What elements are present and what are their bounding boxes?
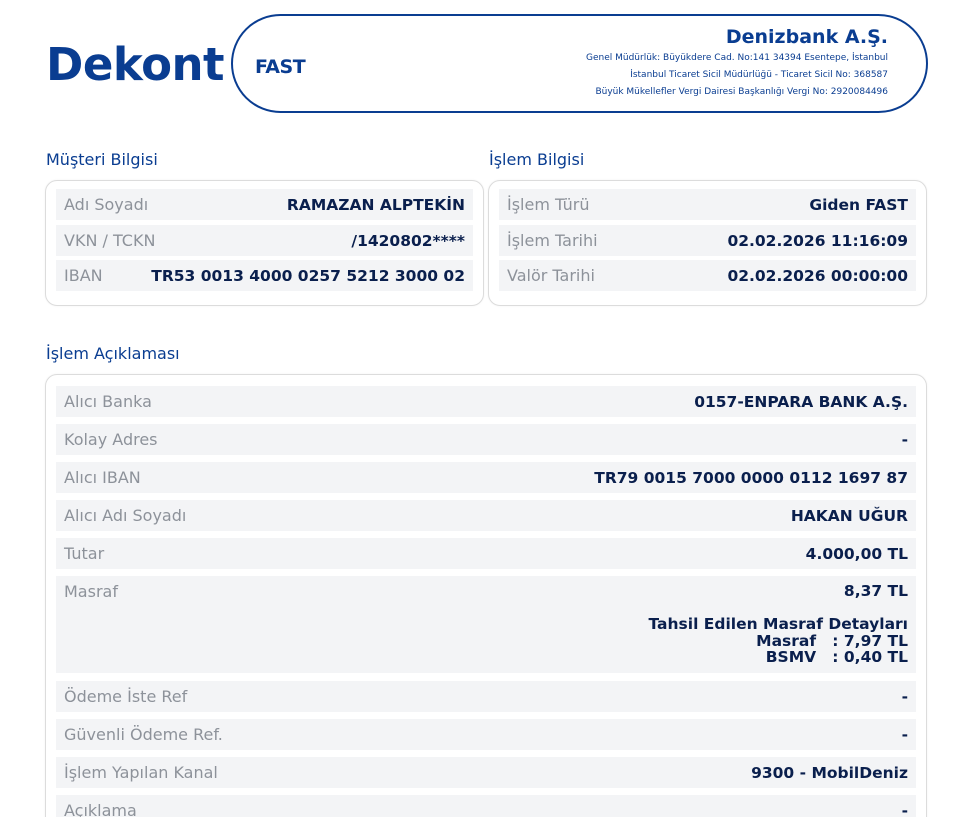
row-label: Alıcı IBAN	[64, 468, 141, 487]
row-label: Ödeme İste Ref	[64, 687, 188, 706]
desc-row-receiver-iban: Alıcı IBAN TR79 0015 7000 0000 0112 1697…	[56, 462, 916, 493]
row-label: Tutar	[64, 544, 105, 563]
bank-tax-line: Büyük Mükellefler Vergi Dairesi Başkanlı…	[595, 87, 888, 97]
row-value: 4.000,00 TL	[805, 544, 908, 563]
row-value: TR53 0013 4000 0257 5212 3000 02	[151, 266, 465, 285]
transaction-card: İşlem Türü Giden FAST İşlem Tarihi 02.02…	[488, 180, 927, 306]
row-value: 9300 - MobilDeniz	[751, 763, 908, 782]
row-label: Masraf	[64, 582, 118, 601]
transaction-section-title: İşlem Bilgisi	[489, 150, 585, 169]
desc-row-explanation: Açıklama -	[56, 795, 916, 817]
desc-row-fee: Masraf 8,37 TL Tahsil Edilen Masraf Deta…	[56, 576, 916, 673]
desc-row-channel: İşlem Yapılan Kanal 9300 - MobilDeniz	[56, 757, 916, 788]
desc-row-receiver-name: Alıcı Adı Soyadı HAKAN UĞUR	[56, 500, 916, 531]
row-label: Adı Soyadı	[64, 195, 149, 214]
description-card: Alıcı Banka 0157-ENPARA BANK A.Ş. Kolay …	[45, 374, 927, 817]
row-value: TR79 0015 7000 0000 0112 1697 87	[594, 468, 908, 487]
desc-row-easy-address: Kolay Adres -	[56, 424, 916, 455]
row-value: -	[901, 430, 908, 449]
row-value: 8,37 TL	[843, 582, 908, 600]
row-label: Alıcı Banka	[64, 392, 152, 411]
desc-row-secure-ref: Güvenli Ödeme Ref. -	[56, 719, 916, 750]
fee-detail-line: Masraf : 7,97 TL	[756, 631, 908, 650]
row-value: -	[901, 801, 908, 817]
row-label: İşlem Yapılan Kanal	[64, 763, 218, 782]
row-value: Giden FAST	[809, 195, 908, 214]
transaction-row-value-date: Valör Tarihi 02.02.2026 00:00:00	[499, 260, 916, 291]
customer-row-id: VKN / TCKN /1420802****	[56, 225, 473, 256]
row-label: Valör Tarihi	[507, 266, 595, 285]
row-label: İşlem Tarihi	[507, 231, 598, 250]
row-label: IBAN	[64, 266, 103, 285]
row-label: VKN / TCKN	[64, 231, 156, 250]
row-value: 0157-ENPARA BANK A.Ş.	[694, 392, 908, 411]
row-value: HAKAN UĞUR	[790, 506, 908, 525]
row-value: 02.02.2026 00:00:00	[727, 266, 908, 285]
customer-row-iban: IBAN TR53 0013 4000 0257 5212 3000 02	[56, 260, 473, 291]
bank-address-line: Genel Müdürlük: Büyükdere Cad. No:141 34…	[586, 53, 888, 63]
fee-detail: Tahsil Edilen Masraf Detayları Masraf : …	[648, 616, 908, 666]
document-title: Dekont	[46, 38, 225, 91]
desc-row-receiver-bank: Alıcı Banka 0157-ENPARA BANK A.Ş.	[56, 386, 916, 417]
row-label: Güvenli Ödeme Ref.	[64, 725, 223, 744]
bank-name: Denizbank A.Ş.	[725, 26, 888, 48]
bank-info: Denizbank A.Ş. Genel Müdürlük: Büyükdere…	[586, 24, 888, 101]
row-value: -	[901, 687, 908, 706]
desc-row-amount: Tutar 4.000,00 TL	[56, 538, 916, 569]
row-value: RAMAZAN ALPTEKİN	[286, 195, 465, 214]
fee-detail-line: BSMV : 0,40 TL	[765, 648, 908, 666]
row-label: Açıklama	[64, 801, 137, 817]
transaction-row-type: İşlem Türü Giden FAST	[499, 189, 916, 220]
transaction-row-date: İşlem Tarihi 02.02.2026 11:16:09	[499, 225, 916, 256]
row-value: 02.02.2026 11:16:09	[727, 231, 908, 250]
row-label: Alıcı Adı Soyadı	[64, 506, 187, 525]
row-value: /1420802****	[351, 231, 465, 250]
description-section-title: İşlem Açıklaması	[46, 344, 180, 363]
bank-registry-line: İstanbul Ticaret Sicil Müdürlüğü - Ticar…	[630, 70, 888, 80]
customer-row-name: Adı Soyadı RAMAZAN ALPTEKİN	[56, 189, 473, 220]
bank-header-box: FAST Denizbank A.Ş. Genel Müdürlük: Büyü…	[231, 14, 928, 113]
row-label: İşlem Türü	[507, 195, 590, 214]
customer-section-title: Müşteri Bilgisi	[46, 150, 158, 169]
row-label: Kolay Adres	[64, 430, 158, 449]
transaction-kind: FAST	[255, 56, 306, 78]
customer-card: Adı Soyadı RAMAZAN ALPTEKİN VKN / TCKN /…	[45, 180, 484, 306]
row-value: -	[901, 725, 908, 744]
fee-detail-title: Tahsil Edilen Masraf Detayları	[648, 615, 908, 633]
desc-row-request-ref: Ödeme İste Ref -	[56, 681, 916, 712]
